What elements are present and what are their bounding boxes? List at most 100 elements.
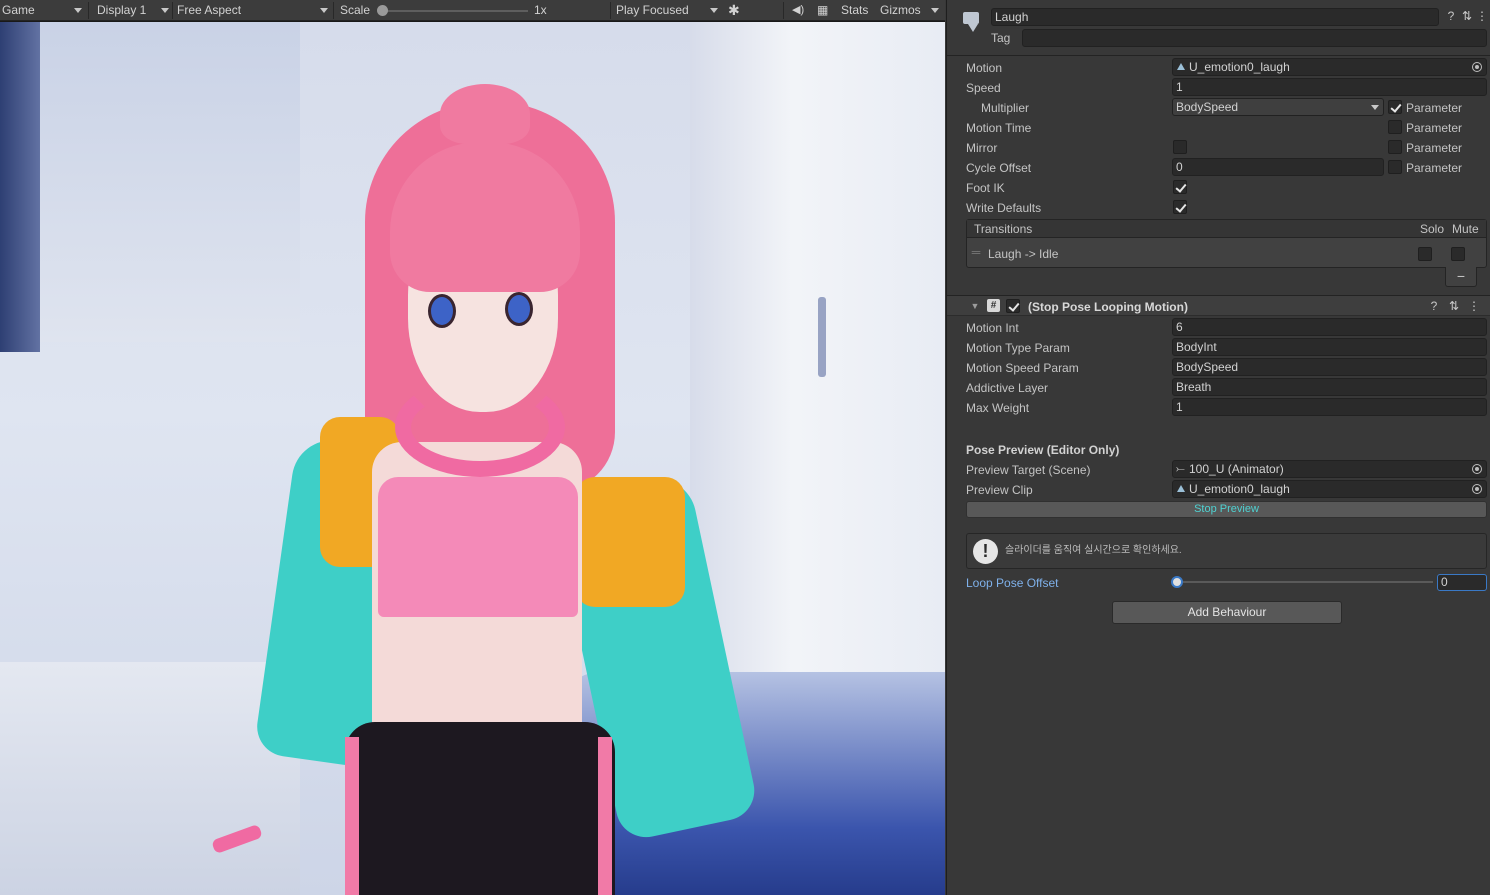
help-text: 슬라이더를 움직여 실시간으로 확인하세요. bbox=[1005, 545, 1182, 556]
scale-label: Scale bbox=[340, 3, 371, 17]
mirror-label: Mirror bbox=[966, 141, 998, 155]
preset-icon[interactable]: ⇅ bbox=[1448, 299, 1460, 313]
motion-int-field[interactable]: 6 bbox=[1172, 318, 1487, 336]
warning-icon: ! bbox=[973, 539, 998, 564]
motion-type-param-label: Motion Type Param bbox=[966, 341, 1070, 355]
motion-time-parameter-checkbox[interactable] bbox=[1388, 120, 1402, 134]
play-mode-dropdown[interactable]: Play Focused bbox=[616, 0, 689, 21]
motion-speed-param-label: Motion Speed Param bbox=[966, 361, 1079, 375]
component-enabled-checkbox[interactable] bbox=[1006, 299, 1020, 313]
max-weight-field[interactable]: 1 bbox=[1172, 398, 1487, 416]
animator-icon: ⤚ bbox=[1176, 463, 1185, 475]
solo-column-label: Solo bbox=[1420, 222, 1445, 236]
motion-value: U_emotion0_laugh bbox=[1189, 60, 1290, 74]
motion-field[interactable]: U_emotion0_laugh bbox=[1172, 58, 1487, 76]
state-name-field[interactable]: Laugh bbox=[991, 8, 1439, 26]
mirror-parameter-checkbox[interactable] bbox=[1388, 140, 1402, 154]
gizmos-button[interactable]: Gizmos bbox=[880, 0, 921, 21]
leggings bbox=[345, 722, 615, 895]
motion-int-label: Motion Int bbox=[966, 321, 1019, 335]
preview-clip-label: Preview Clip bbox=[966, 483, 1033, 497]
chevron-down-icon bbox=[74, 8, 82, 13]
motion-speed-param-field[interactable]: BodySpeed bbox=[1172, 358, 1487, 376]
transitions-list: Transitions Solo Mute ═ Laugh -> Idle bbox=[966, 219, 1487, 268]
divider bbox=[783, 2, 784, 19]
view-selector[interactable]: Game bbox=[2, 0, 35, 21]
multiplier-parameter-label: Parameter bbox=[1406, 101, 1463, 115]
foot-ik-label: Foot IK bbox=[966, 181, 1005, 195]
pose-preview-header: Pose Preview (Editor Only) bbox=[966, 443, 1120, 457]
component-header[interactable]: ▼ # (Stop Pose Looping Motion) ? ⇅ ⋮ bbox=[947, 295, 1490, 316]
multiplier-dropdown[interactable]: BodySpeed bbox=[1172, 98, 1384, 116]
preview-target-field[interactable]: ⤚ 100_U (Animator) bbox=[1172, 460, 1487, 478]
more-options-icon[interactable]: ⋮ bbox=[1468, 299, 1480, 313]
scale-slider[interactable] bbox=[382, 10, 528, 12]
speed-field[interactable]: 1 bbox=[1172, 78, 1487, 96]
remove-transition-button[interactable]: − bbox=[1446, 269, 1476, 283]
preview-clip-value: U_emotion0_laugh bbox=[1189, 482, 1290, 496]
floor-left bbox=[0, 662, 300, 895]
max-weight-label: Max Weight bbox=[966, 401, 1030, 415]
addictive-layer-field[interactable]: Breath bbox=[1172, 378, 1487, 396]
divider bbox=[947, 55, 1490, 56]
mute-column-label: Mute bbox=[1452, 222, 1479, 236]
multiplier-parameter-checkbox[interactable] bbox=[1388, 100, 1402, 114]
motion-time-label: Motion Time bbox=[966, 121, 1032, 135]
bug-icon[interactable]: ✱ bbox=[728, 0, 740, 21]
more-options-icon[interactable]: ⋮ bbox=[1476, 9, 1488, 23]
divider bbox=[610, 2, 611, 19]
add-behaviour-button[interactable]: Add Behaviour bbox=[1112, 601, 1342, 624]
preview-clip-field[interactable]: U_emotion0_laugh bbox=[1172, 480, 1487, 498]
chevron-down-icon bbox=[161, 8, 169, 13]
chevron-down-icon bbox=[710, 8, 718, 13]
preset-icon[interactable]: ⇅ bbox=[1461, 9, 1473, 23]
loop-pose-offset-slider[interactable] bbox=[1177, 581, 1433, 583]
right-eye bbox=[505, 292, 533, 326]
loop-pose-offset-slider-knob[interactable] bbox=[1171, 576, 1183, 588]
preview-target-value: 100_U (Animator) bbox=[1189, 462, 1284, 476]
cycle-offset-parameter-label: Parameter bbox=[1406, 161, 1463, 175]
component-title: (Stop Pose Looping Motion) bbox=[1028, 300, 1188, 314]
cycle-offset-label: Cycle Offset bbox=[966, 161, 1032, 175]
stats-button[interactable]: Stats bbox=[841, 0, 868, 21]
object-picker-icon[interactable] bbox=[1472, 484, 1482, 494]
transition-row[interactable]: ═ Laugh -> Idle bbox=[967, 239, 1486, 267]
help-icon[interactable]: ? bbox=[1445, 9, 1457, 23]
leggings-stripe bbox=[598, 737, 612, 895]
foot-ik-checkbox[interactable] bbox=[1173, 180, 1187, 194]
cycle-offset-field[interactable]: 0 bbox=[1172, 158, 1384, 176]
write-defaults-checkbox[interactable] bbox=[1173, 200, 1187, 214]
transition-mute-checkbox[interactable] bbox=[1451, 247, 1465, 261]
grid-icon[interactable]: ▦ bbox=[817, 0, 828, 21]
stop-preview-button[interactable]: Stop Preview bbox=[966, 501, 1487, 518]
headphones bbox=[395, 377, 565, 477]
speed-label: Speed bbox=[966, 81, 1001, 95]
chevron-down-icon bbox=[320, 8, 328, 13]
object-picker-icon[interactable] bbox=[1472, 62, 1482, 72]
display-dropdown[interactable]: Display 1 bbox=[97, 0, 146, 21]
transition-solo-checkbox[interactable] bbox=[1418, 247, 1432, 261]
help-box: ! 슬라이더를 움직여 실시간으로 확인하세요. bbox=[966, 533, 1487, 569]
audio-icon[interactable]: ◀) bbox=[792, 0, 804, 21]
loop-pose-offset-field[interactable]: 0 bbox=[1437, 574, 1487, 591]
motion-type-param-field[interactable]: BodyInt bbox=[1172, 338, 1487, 356]
animation-clip-icon bbox=[1177, 485, 1185, 492]
foldout-arrow-icon[interactable]: ▼ bbox=[970, 299, 980, 313]
jacket-right-collar bbox=[575, 477, 685, 607]
cycle-offset-parameter-checkbox[interactable] bbox=[1388, 160, 1402, 174]
help-icon[interactable]: ? bbox=[1428, 299, 1440, 313]
chevron-down-icon bbox=[1371, 105, 1379, 110]
tag-field[interactable] bbox=[1022, 29, 1487, 47]
drag-handle-icon[interactable]: ═ bbox=[971, 245, 981, 259]
game-view: Game Display 1 Free Aspect Scale 1x Play… bbox=[0, 0, 945, 895]
wall-light bbox=[40, 22, 300, 342]
object-picker-icon[interactable] bbox=[1472, 464, 1482, 474]
motion-label: Motion bbox=[966, 61, 1003, 75]
game-viewport[interactable] bbox=[0, 22, 945, 895]
mirror-checkbox[interactable] bbox=[1173, 140, 1187, 154]
aspect-dropdown[interactable]: Free Aspect bbox=[177, 0, 241, 21]
addictive-layer-label: Addictive Layer bbox=[966, 381, 1049, 395]
inspector-panel: Laugh ? ⇅ ⋮ Tag Motion U_emotion0_laugh … bbox=[946, 0, 1490, 895]
scale-slider-knob[interactable] bbox=[377, 5, 388, 16]
state-icon bbox=[959, 10, 981, 32]
